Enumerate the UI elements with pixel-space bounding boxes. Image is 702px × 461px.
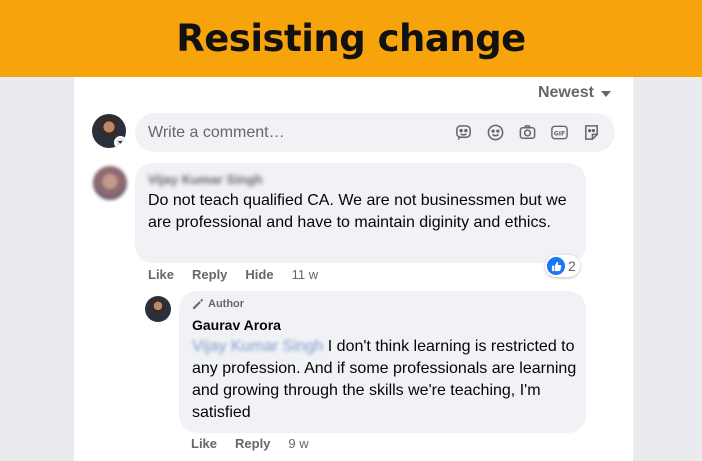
comment-author[interactable]: Vijay Kumar Singh (148, 172, 263, 187)
reply-actions: Like Reply 9 w (191, 436, 327, 451)
comment-text: Do not teach qualified CA. We are not bu… (148, 192, 567, 231)
author-badge-label: Author (208, 298, 245, 310)
reaction-summary[interactable]: 2 (545, 255, 580, 277)
reply-button[interactable]: Reply (192, 267, 227, 282)
comments-panel: Newest Write a comment… GIF Vijay Kumar … (74, 77, 633, 461)
reply-text-block: Vijay Kumar Singh I don't think learning… (192, 336, 577, 424)
reply-bubble: Author Gaurav Arora Vijay Kumar Singh I … (179, 291, 586, 433)
reply-mention[interactable]: Vijay Kumar Singh (192, 338, 323, 355)
chevron-down-icon[interactable] (114, 136, 126, 148)
commenter-avatar[interactable] (93, 166, 127, 200)
reply-like-button[interactable]: Like (191, 436, 217, 451)
comment-bubble: Vijay Kumar Singh Do not teach qualified… (135, 163, 586, 263)
svg-text:GIF: GIF (554, 130, 566, 137)
reaction-count: 2 (568, 258, 576, 274)
reply-author-name[interactable]: Gaurav Arora (192, 317, 281, 333)
avatar-sticker-icon[interactable] (582, 123, 601, 142)
banner-title: Resisting change (176, 17, 526, 60)
author-badge: Author (192, 298, 244, 310)
composer-icons: GIF (454, 123, 601, 142)
caret-down-icon (601, 91, 611, 97)
sort-dropdown[interactable]: Newest (538, 84, 611, 102)
gif-icon[interactable]: GIF (550, 123, 569, 142)
hide-button[interactable]: Hide (245, 267, 273, 282)
comment-input-placeholder: Write a comment… (148, 123, 285, 141)
reply-reply-button[interactable]: Reply (235, 436, 270, 451)
pencil-icon (193, 299, 203, 309)
like-button[interactable]: Like (148, 267, 174, 282)
banner: Resisting change (0, 0, 702, 77)
comment-input[interactable]: Write a comment… GIF (135, 113, 615, 152)
like-reaction-icon (547, 257, 565, 275)
reply-timestamp[interactable]: 9 w (288, 436, 308, 451)
sort-label: Newest (537, 84, 594, 101)
camera-icon[interactable] (518, 123, 537, 142)
emoji-icon[interactable] (486, 123, 505, 142)
current-user-avatar[interactable] (92, 114, 126, 148)
sticker-icon[interactable] (454, 123, 473, 142)
comment-actions: Like Reply Hide 11 w (148, 267, 336, 282)
comment-timestamp[interactable]: 11 w (292, 267, 319, 282)
reply-author-avatar[interactable] (145, 296, 171, 322)
